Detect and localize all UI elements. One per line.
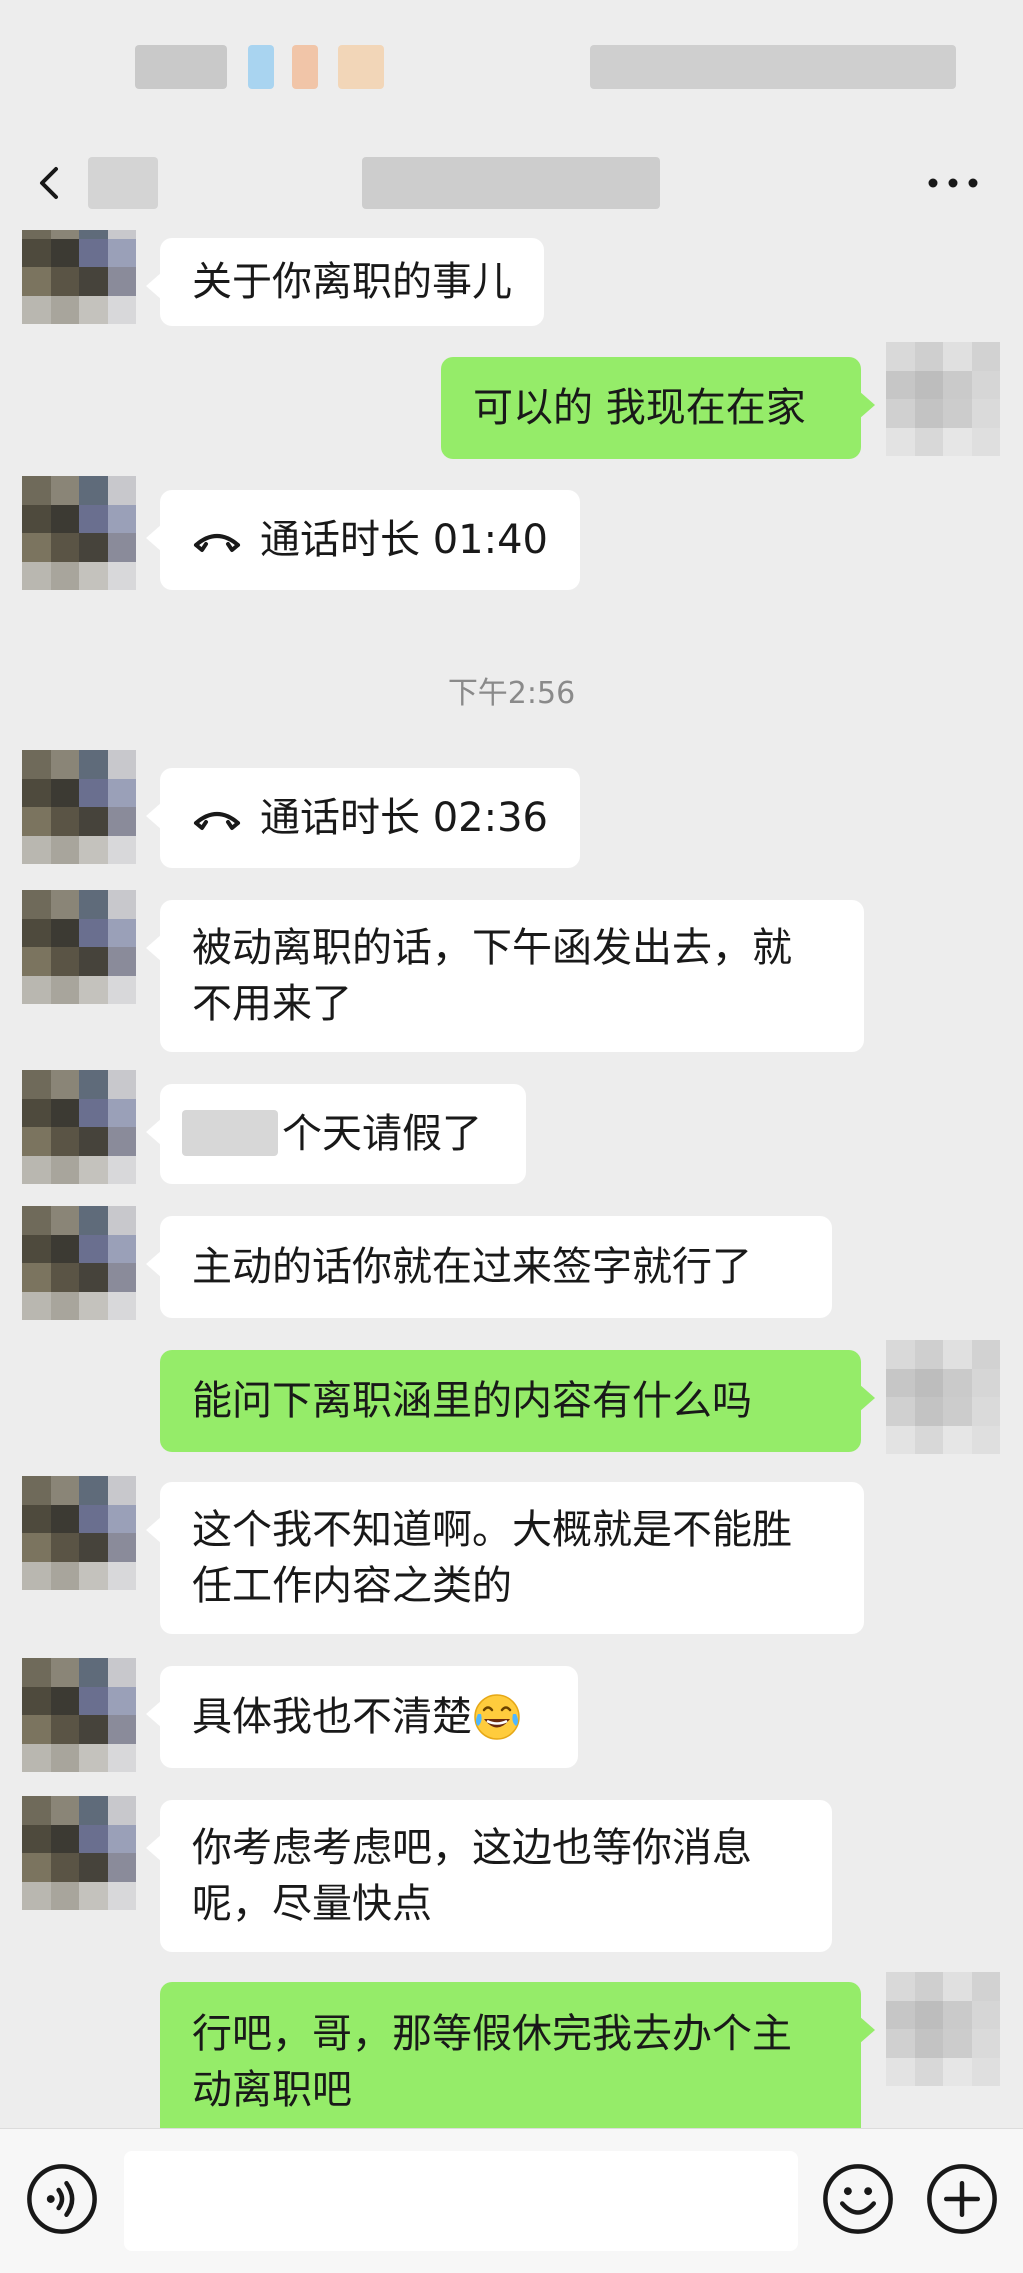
redacted-status-left <box>135 45 227 89</box>
message-bubble[interactable]: 被动离职的话，下午函发出去，就 不用来了 <box>146 900 864 1052</box>
message-bubble[interactable]: 你考虑考虑吧，这边也等你消息 呢，尽量快点 <box>146 1800 832 1952</box>
redacted-chat-title <box>362 157 660 209</box>
avatar[interactable] <box>22 1658 136 1772</box>
message-bubble[interactable]: 关于你离职的事儿 <box>146 238 544 326</box>
avatar[interactable] <box>22 1206 136 1320</box>
message-text: 主动的话你就在过来签字就行了 <box>192 1244 752 1290</box>
redacted-text <box>182 1110 278 1156</box>
back-chevron-icon[interactable] <box>32 163 68 203</box>
avatar[interactable] <box>22 1796 136 1910</box>
redacted-status-icon <box>248 45 274 89</box>
redacted-status-icon <box>292 45 318 89</box>
avatar[interactable] <box>22 1070 136 1184</box>
status-bar <box>0 0 1023 135</box>
redacted-status-icon <box>338 45 384 89</box>
avatar[interactable] <box>22 476 136 590</box>
plus-icon[interactable] <box>926 2163 998 2235</box>
message-text: 能问下离职涵里的内容有什么吗 <box>192 1378 752 1424</box>
voice-icon[interactable] <box>26 2163 98 2235</box>
message-text: 个天请假了 <box>282 1111 482 1157</box>
message-text: 可以的 我现在在家 <box>473 385 806 431</box>
message-text: 具体我也不清楚 <box>192 1694 472 1740</box>
avatar[interactable] <box>22 750 136 864</box>
avatar[interactable] <box>886 1972 1000 2086</box>
tears-of-joy-emoji <box>474 1694 520 1740</box>
call-record-bubble[interactable]: 通话时长 01:40 <box>146 490 580 590</box>
avatar[interactable] <box>22 1476 136 1590</box>
message-bubble[interactable]: 行吧，哥，那等假休完我去办个主 动离职吧 <box>160 1982 875 2128</box>
message-text: 你考虑考虑吧，这边也等你消息 呢，尽量快点 <box>192 1825 752 1927</box>
chat-input-bar <box>0 2128 1023 2273</box>
avatar[interactable] <box>22 230 136 324</box>
message-text: 行吧，哥，那等假休完我去办个主 动离职吧 <box>192 2011 792 2113</box>
redacted-status-right <box>590 45 956 89</box>
message-timestamp: 下午2:56 <box>447 676 576 711</box>
message-bubble[interactable]: 能问下离职涵里的内容有什么吗 <box>160 1350 875 1452</box>
call-record-bubble[interactable]: 通话时长 02:36 <box>146 768 580 868</box>
message-bubble[interactable]: 可以的 我现在在家 <box>441 357 875 459</box>
chat-header <box>0 135 1023 230</box>
message-text: 这个我不知道啊。大概就是不能胜 任工作内容之类的 <box>192 1507 792 1609</box>
emoji-icon[interactable] <box>822 2163 894 2235</box>
chat-message-list[interactable]: 关于你离职的事儿 可以的 我现在在家 通话时长 01:40 下午2:56 通话时… <box>0 230 1023 2128</box>
call-duration-text: 通话时长 02:36 <box>260 795 548 841</box>
call-duration-text: 通话时长 01:40 <box>260 517 548 563</box>
message-text: 关于你离职的事儿 <box>192 259 512 305</box>
phone-handset-icon <box>194 534 240 552</box>
message-bubble[interactable]: 具体我也不清楚 <box>146 1666 578 1768</box>
more-dots-icon[interactable] <box>923 163 983 203</box>
redacted-unread-count <box>88 157 158 209</box>
avatar[interactable] <box>886 1340 1000 1454</box>
message-bubble[interactable]: 这个我不知道啊。大概就是不能胜 任工作内容之类的 <box>146 1482 864 1634</box>
avatar[interactable] <box>22 890 136 1004</box>
message-bubble[interactable]: 个天请假了 <box>146 1084 526 1184</box>
avatar[interactable] <box>886 342 1000 456</box>
message-input[interactable] <box>124 2151 798 2251</box>
phone-handset-icon <box>194 812 240 830</box>
message-bubble[interactable]: 主动的话你就在过来签字就行了 <box>146 1216 832 1318</box>
message-text: 被动离职的话，下午函发出去，就 不用来了 <box>192 925 792 1027</box>
